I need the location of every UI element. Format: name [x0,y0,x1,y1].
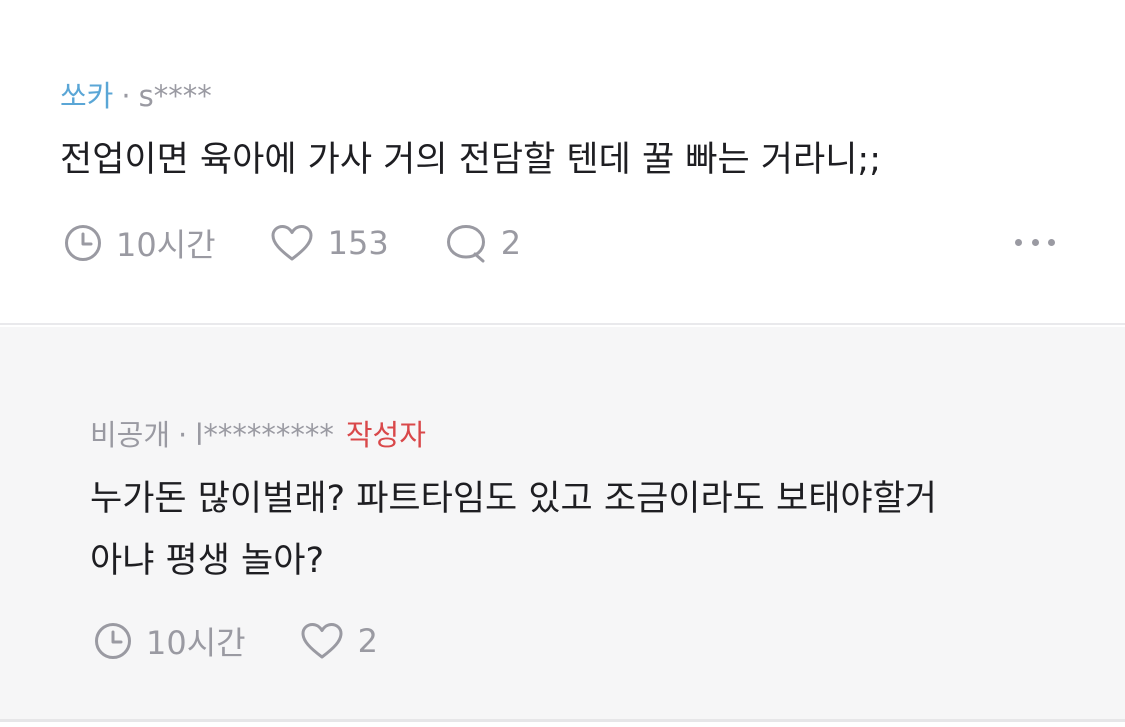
user-id: s**** [138,79,212,113]
comment-icon [445,223,487,263]
reply-actions: 10시간 2 [94,618,378,664]
time-stamp: 10시간 [64,220,216,266]
meta-separator: · [121,79,131,113]
like-button[interactable]: 2 [300,622,378,660]
reply-meta: 비공개 · l********* 작성자 [90,418,426,452]
reply-button[interactable]: 2 [445,223,521,263]
like-count: 153 [327,224,389,262]
more-dot [1048,238,1055,246]
reply-item: 비공개 · l********* 작성자 누가돈 많이벌래? 파트타임도 있고 조금이… [0,327,1125,722]
reply-count: 2 [500,224,522,262]
nickname[interactable]: 비공개 [90,418,170,452]
clock-icon [94,622,132,660]
heart-icon [300,622,344,660]
nickname[interactable]: 쏘카 [60,79,113,113]
clock-icon [64,224,102,262]
more-dot [1031,238,1039,246]
comment-item: 쏘카 · s**** 전업이면 육아에 가사 거의 전담할 텐데 꿀 빠는 거라니;… [0,0,1125,325]
author-badge: 작성자 [345,418,426,452]
user-id: l********* [195,418,334,452]
reply-text-line: 아냐 평생 놀아? [90,541,325,581]
time-label: 10시간 [146,624,246,662]
comment-text: 전업이면 육아에 가사 거의 전담할 텐데 꿀 빠는 거라니;; [60,140,881,180]
like-button[interactable]: 153 [270,224,389,262]
more-icon[interactable] [1015,230,1055,254]
time-label: 10시간 [116,226,216,264]
comment-meta: 쏘카 · s**** [60,79,212,113]
like-count: 2 [357,622,378,660]
comment-actions: 10시간 153 2 [64,220,521,266]
time-stamp: 10시간 [94,618,246,664]
reply-text-line: 누가돈 많이벌래? 파트타임도 있고 조금이라도 보태야할거 [90,479,938,519]
meta-separator: · [178,418,188,452]
more-dot [1015,238,1022,246]
heart-icon [270,224,314,262]
